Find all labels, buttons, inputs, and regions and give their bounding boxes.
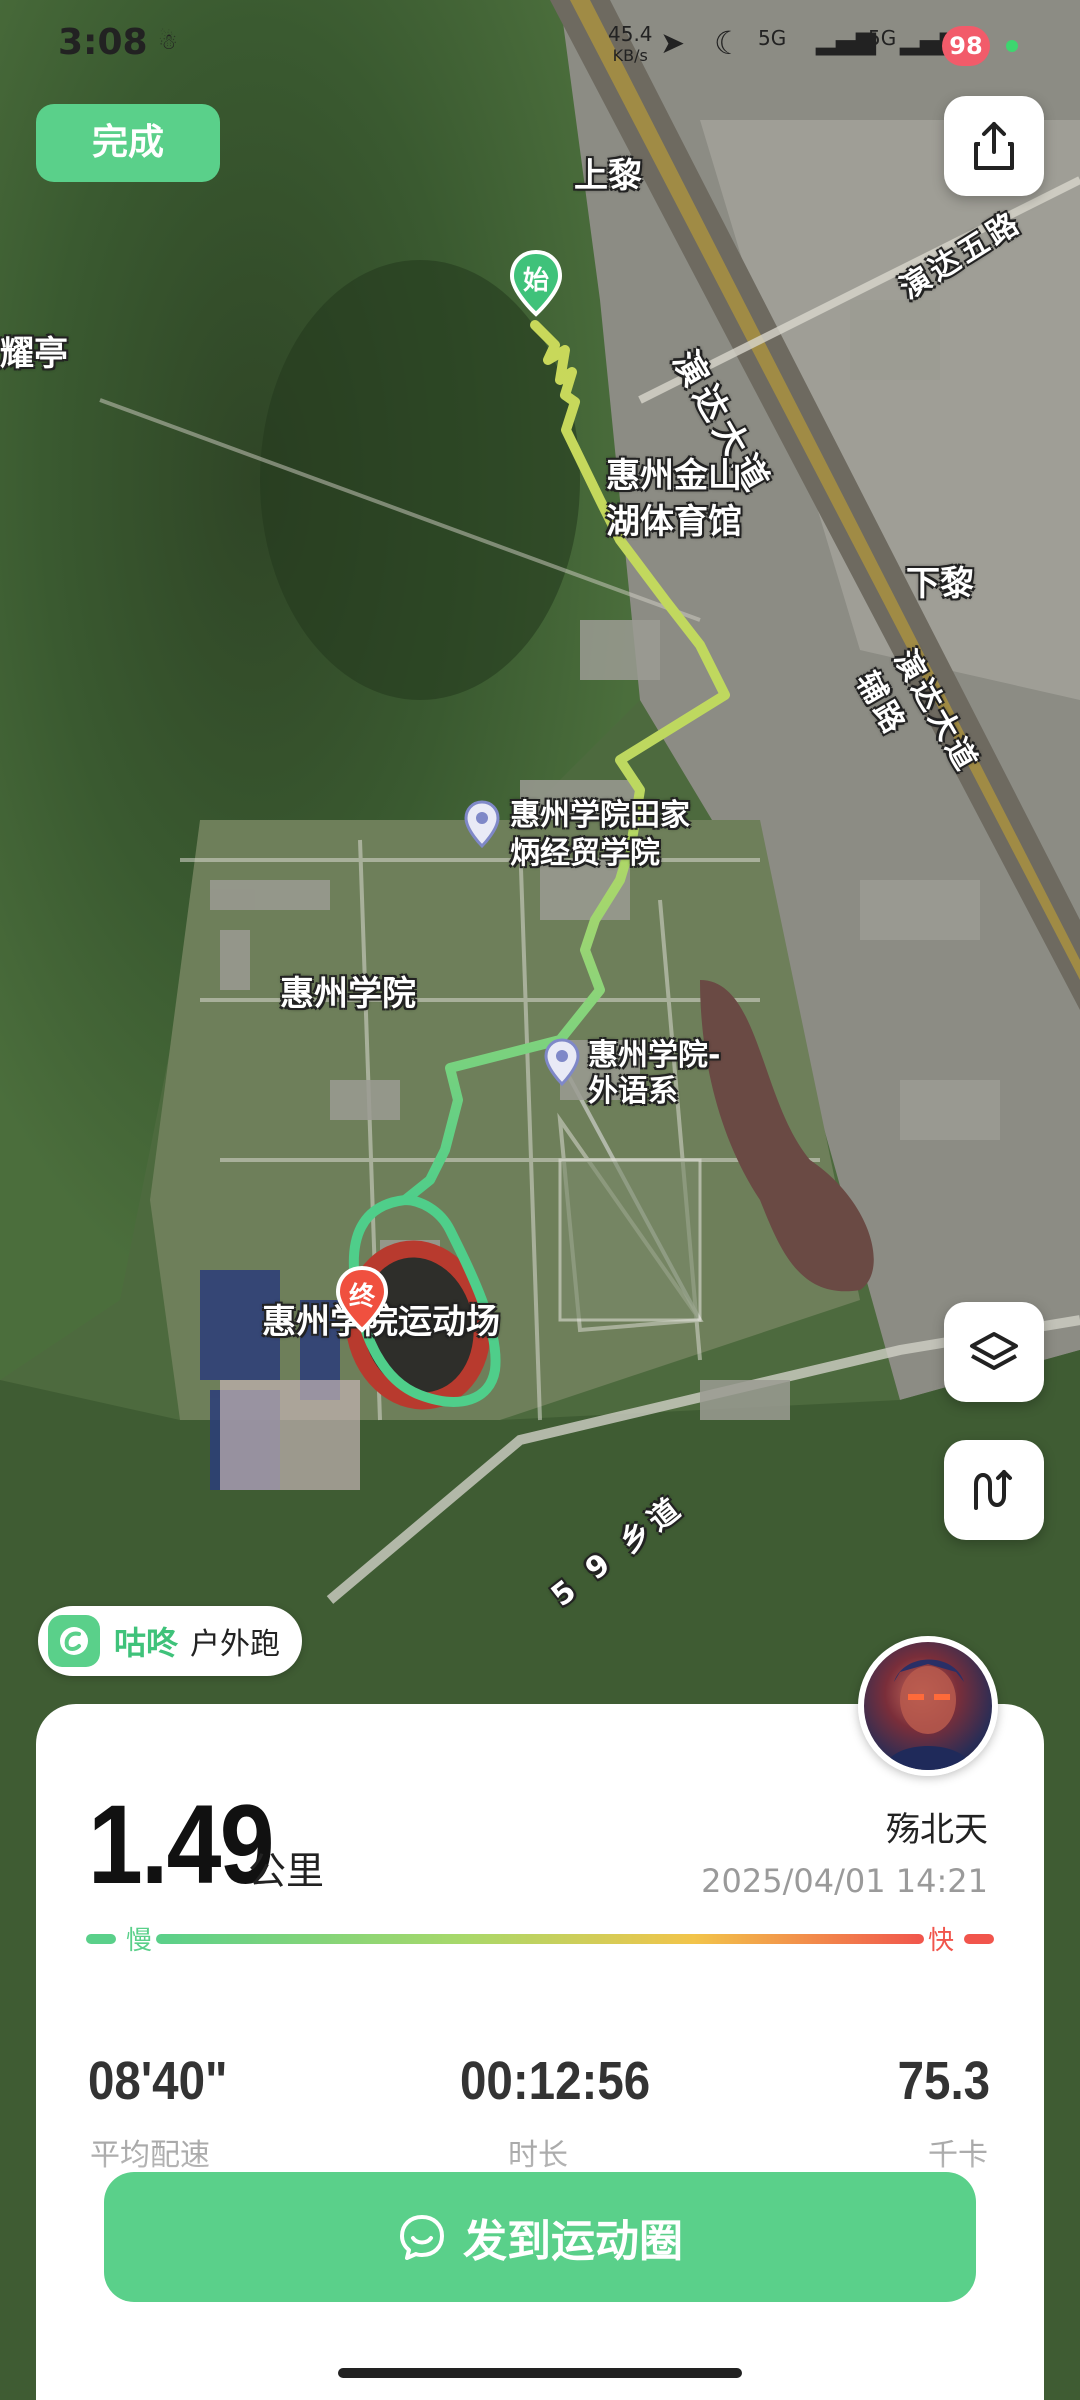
map-label-stadium-1: 惠州金山 [606,456,742,496]
avg-pace-value: 08'40" [88,2051,228,2111]
map-layers-button[interactable] [944,1302,1044,1402]
pace-legend: 慢 快 [86,1926,994,1956]
home-indicator[interactable] [338,2368,742,2378]
pace-slow-swatch [86,1934,116,1944]
avatar[interactable] [858,1636,998,1776]
map-label-xiali: 下黎 [906,564,974,604]
workout-datetime: 2025/04/01 14:21 [701,1862,988,1900]
signal-bars-icon-1: ▂▄▆ [816,26,876,56]
distance-unit: 公里 [248,1849,325,1893]
app-source-chip: 咕咚 户外跑 [38,1606,303,1676]
duration-value: 00:12:56 [460,2051,651,2111]
status-time: 3:08 [58,22,148,63]
chat-bubble-icon [400,2215,444,2260]
start-marker: 始 [508,250,564,318]
done-button[interactable]: 完成 [36,104,220,182]
pace-fast-swatch [964,1934,994,1944]
signal-5g-2: 5G [868,26,897,50]
map-label-yaoting: 耀亭 [0,334,68,374]
end-marker-label: 终 [348,1282,375,1312]
share-icon [974,122,1014,170]
location-icon: ➤ [660,26,686,61]
codoon-logo-icon [60,1627,88,1655]
pace-gradient [156,1934,924,1944]
share-button[interactable] [944,96,1044,196]
status-bar: 3:08 ☃ 45.4 KB/s ➤ ☾ 5G ▂▄▆ 5G ▂▄▆ 98 [0,0,1080,90]
username: 殇北天 [886,1810,988,1850]
layers-icon [970,1332,1018,1370]
start-marker-label: 始 [522,266,549,296]
pace-fast-label: 快 [927,1926,954,1956]
app-brand: 咕咚 [114,1624,179,1662]
avatar-image [884,1659,972,1770]
map-label-foreign-lang-2: 外语系 [588,1074,678,1109]
signal-5g-1: 5G [758,26,787,50]
battery-indicator: 98 [942,26,990,66]
pace-slow-label: 慢 [126,1926,153,1956]
notification-icon: ☃ [158,30,178,55]
post-to-feed-label: 发到运动圈 [463,2216,683,2267]
end-marker: 终 [334,1266,390,1334]
net-speed: 45.4 KB/s [608,24,653,66]
route-wave-icon [974,1470,1012,1510]
map-label-stadium-2: 湖体育馆 [606,502,742,542]
sport-type: 户外跑 [190,1627,281,1662]
poi-pin-icon[interactable] [462,800,502,848]
net-speed-value: 45.4 [608,22,653,46]
app-logo [48,1615,100,1667]
distance-value: 1.49 [88,1782,275,1907]
post-to-feed-button[interactable]: 发到运动圈 [104,2172,976,2302]
net-speed-unit: KB/s [612,46,648,65]
map-label-university: 惠州学院 [280,974,416,1014]
active-dot [1006,40,1018,52]
track-playback-button[interactable] [944,1440,1044,1540]
map-label-shangli: 上黎 [574,156,642,196]
map-label-business-2: 炳经贸学院 [510,836,660,871]
calories-value: 75.3 [897,2051,990,2111]
poi-pin-icon[interactable] [542,1038,582,1086]
dnd-icon: ☾ [714,24,743,62]
